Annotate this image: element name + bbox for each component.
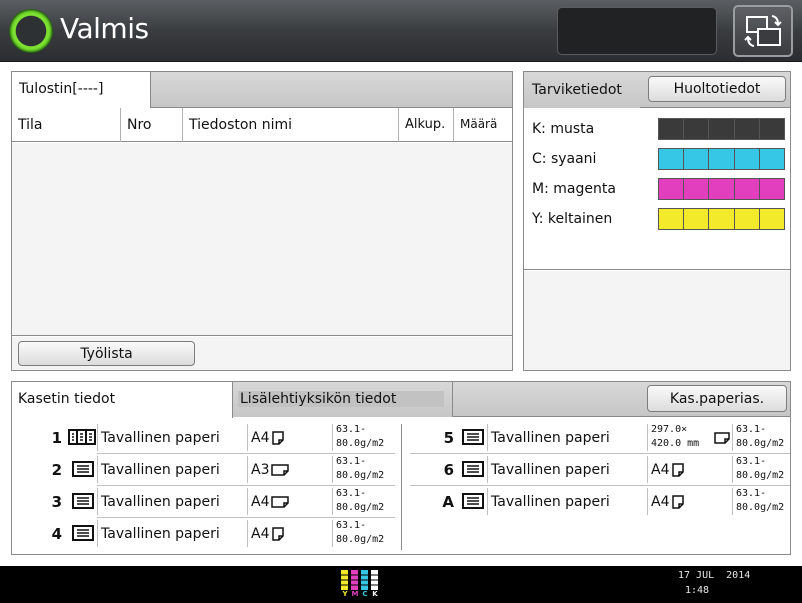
landscape-orientation-icon — [271, 496, 289, 508]
supplies-title: Tarviketiedot — [524, 72, 640, 108]
tray-number: A — [442, 493, 454, 511]
tray-tabbar: Kasetin tiedot Lisälehtiyksikön tiedot K… — [12, 382, 790, 418]
toner-level-yellow — [658, 208, 785, 230]
paper-tray-icon — [462, 429, 484, 445]
supplies-panel: Tarviketiedot Huoltotiedot K: musta C: s… — [523, 71, 791, 371]
paper-settings-button[interactable]: Kas.paperias. — [647, 385, 787, 412]
portrait-orientation-icon — [672, 463, 684, 477]
paper-tray-icon — [72, 461, 94, 477]
portrait-orientation-icon — [272, 431, 284, 445]
tray-column-divider — [401, 424, 402, 550]
paper-weight: 63.1- 80.0g/m2 — [736, 488, 785, 513]
paper-size: A4 — [251, 494, 270, 510]
tray-row[interactable]: 5 Tavallinen paperi 297.0× 420.0 mm 63.1-… — [404, 422, 790, 454]
tray-number: 3 — [51, 493, 62, 511]
time-display: 1:48 — [685, 585, 710, 596]
toner-label-yellow: Y: keltainen — [532, 211, 613, 227]
top-status-bar: Valmis — [0, 0, 802, 62]
ink-label-magenta: M — [351, 590, 359, 598]
column-file-name: Tiedoston nimi — [182, 108, 398, 142]
printer-tabbar: Tulostin[----] — [12, 72, 512, 109]
message-display — [557, 7, 717, 55]
paper-type: Tavallinen paperi — [491, 430, 610, 446]
tray-row[interactable]: A Tavallinen paperi A4 63.1- 80.0g/m2 — [404, 486, 790, 517]
landscape-orientation-icon — [271, 464, 289, 476]
portrait-orientation-icon — [672, 495, 684, 509]
paper-type: Tavallinen paperi — [101, 462, 220, 478]
tray-row[interactable]: 3 Tavallinen paperi A4 63.1- 80.0g/m2 — [12, 486, 402, 518]
paper-weight: 63.1- 80.0g/m2 — [336, 520, 385, 545]
job-list-area[interactable] — [12, 143, 512, 336]
supplies-tabbar: Tarviketiedot Huoltotiedot — [524, 72, 790, 108]
paper-type: Tavallinen paperi — [491, 462, 610, 478]
column-quantity: Määrä — [453, 108, 512, 142]
screen-switch-icon — [744, 15, 782, 47]
paper-weight: 63.1- 80.0g/m2 — [736, 456, 785, 481]
tab-feeder-info[interactable]: Lisälehtiyksikön tiedot — [233, 382, 453, 417]
bottom-status-bar: Y M C K 17 JUL 2014 1:48 — [0, 566, 802, 602]
paper-weight: 63.1- 80.0g/m2 — [336, 488, 385, 513]
ink-label-yellow: Y — [342, 590, 348, 598]
stacked-paper-icon — [68, 429, 96, 445]
job-list-footer: Työlista — [12, 337, 512, 370]
portrait-orientation-icon — [272, 527, 284, 541]
paper-type: Tavallinen paperi — [101, 494, 220, 510]
column-number: Nro — [120, 108, 182, 142]
paper-size: A4 — [251, 430, 270, 446]
tab-printer[interactable]: Tulostin[----] — [12, 72, 151, 109]
tray-row[interactable]: 1 Tavallinen paperi A4 63.1- 80.0g/m2 — [12, 422, 402, 454]
landscape-orientation-icon — [714, 432, 730, 444]
tray-row[interactable]: 4 Tavallinen paperi A4 63.1- 80.0g/m2 — [12, 518, 402, 549]
ink-label-black: K — [372, 590, 378, 598]
paper-size-custom: 297.0× 420.0 mm — [651, 424, 700, 449]
job-table-header: Tila Nro Tiedoston nimi Alkup. Määrä — [12, 108, 512, 142]
tray-number: 1 — [51, 429, 62, 447]
toner-level-black — [658, 118, 785, 140]
paper-tray-icon — [72, 525, 94, 541]
tray-number: 2 — [51, 461, 62, 479]
paper-tray-icon — [462, 493, 484, 509]
tab-cassette-info[interactable]: Kasetin tiedot — [12, 382, 233, 418]
screen-switch-button[interactable] — [733, 5, 793, 57]
paper-size: A4 — [651, 494, 670, 510]
toner-label-black: K: musta — [532, 121, 595, 137]
status-ready-icon — [9, 9, 53, 53]
toner-label-cyan: C: syaani — [532, 151, 597, 167]
tray-list-right: 5 Tavallinen paperi 297.0× 420.0 mm 63.1-… — [404, 422, 790, 522]
toner-list: K: musta C: syaani M: magenta Y: keltain… — [524, 109, 790, 270]
tray-list-left: 1 Tavallinen paperi A4 63.1- 80.0g/m2 2 T… — [12, 422, 402, 554]
paper-size: A4 — [251, 526, 270, 542]
column-status: Tila — [18, 117, 43, 133]
tray-row[interactable]: 2 Tavallinen paperi A3 63.1- 80.0g/m2 — [12, 454, 402, 486]
date-display: 17 JUL 2014 — [678, 570, 751, 581]
paper-size: A3 — [251, 462, 270, 478]
tray-number: 4 — [51, 525, 62, 543]
toner-level-cyan — [658, 148, 785, 170]
paper-size: A4 — [651, 462, 670, 478]
toner-label-magenta: M: magenta — [532, 181, 616, 197]
paper-weight: 63.1- 80.0g/m2 — [336, 424, 385, 449]
tray-number: 6 — [443, 461, 454, 479]
paper-type: Tavallinen paperi — [101, 526, 220, 542]
main-content: Tulostin[----] Tila Nro Tiedoston nimi A… — [0, 62, 802, 566]
ink-status-icon: Y M C K — [340, 569, 380, 603]
maintenance-info-button[interactable]: Huoltotiedot — [648, 76, 786, 102]
paper-weight: 63.1- 80.0g/m2 — [336, 456, 385, 481]
machine-status-text: Valmis — [60, 12, 149, 45]
paper-tray-panel: Kasetin tiedot Lisälehtiyksikön tiedot K… — [11, 381, 791, 555]
tray-row[interactable]: 6 Tavallinen paperi A4 63.1- 80.0g/m2 — [404, 454, 790, 486]
paper-type: Tavallinen paperi — [491, 494, 610, 510]
job-list-button[interactable]: Työlista — [18, 341, 195, 366]
supplies-message-area — [524, 271, 790, 370]
paper-tray-icon — [72, 493, 94, 509]
printer-jobs-panel: Tulostin[----] Tila Nro Tiedoston nimi A… — [11, 71, 513, 371]
column-original: Alkup. — [398, 108, 453, 142]
paper-tray-icon — [462, 461, 484, 477]
paper-type: Tavallinen paperi — [101, 430, 220, 446]
ink-label-cyan: C — [362, 590, 368, 598]
tab-feeder-label: Lisälehtiyksikön tiedot — [238, 391, 444, 407]
paper-weight: 63.1- 80.0g/m2 — [736, 424, 785, 449]
tray-number: 5 — [443, 429, 454, 447]
toner-level-magenta — [658, 178, 785, 200]
